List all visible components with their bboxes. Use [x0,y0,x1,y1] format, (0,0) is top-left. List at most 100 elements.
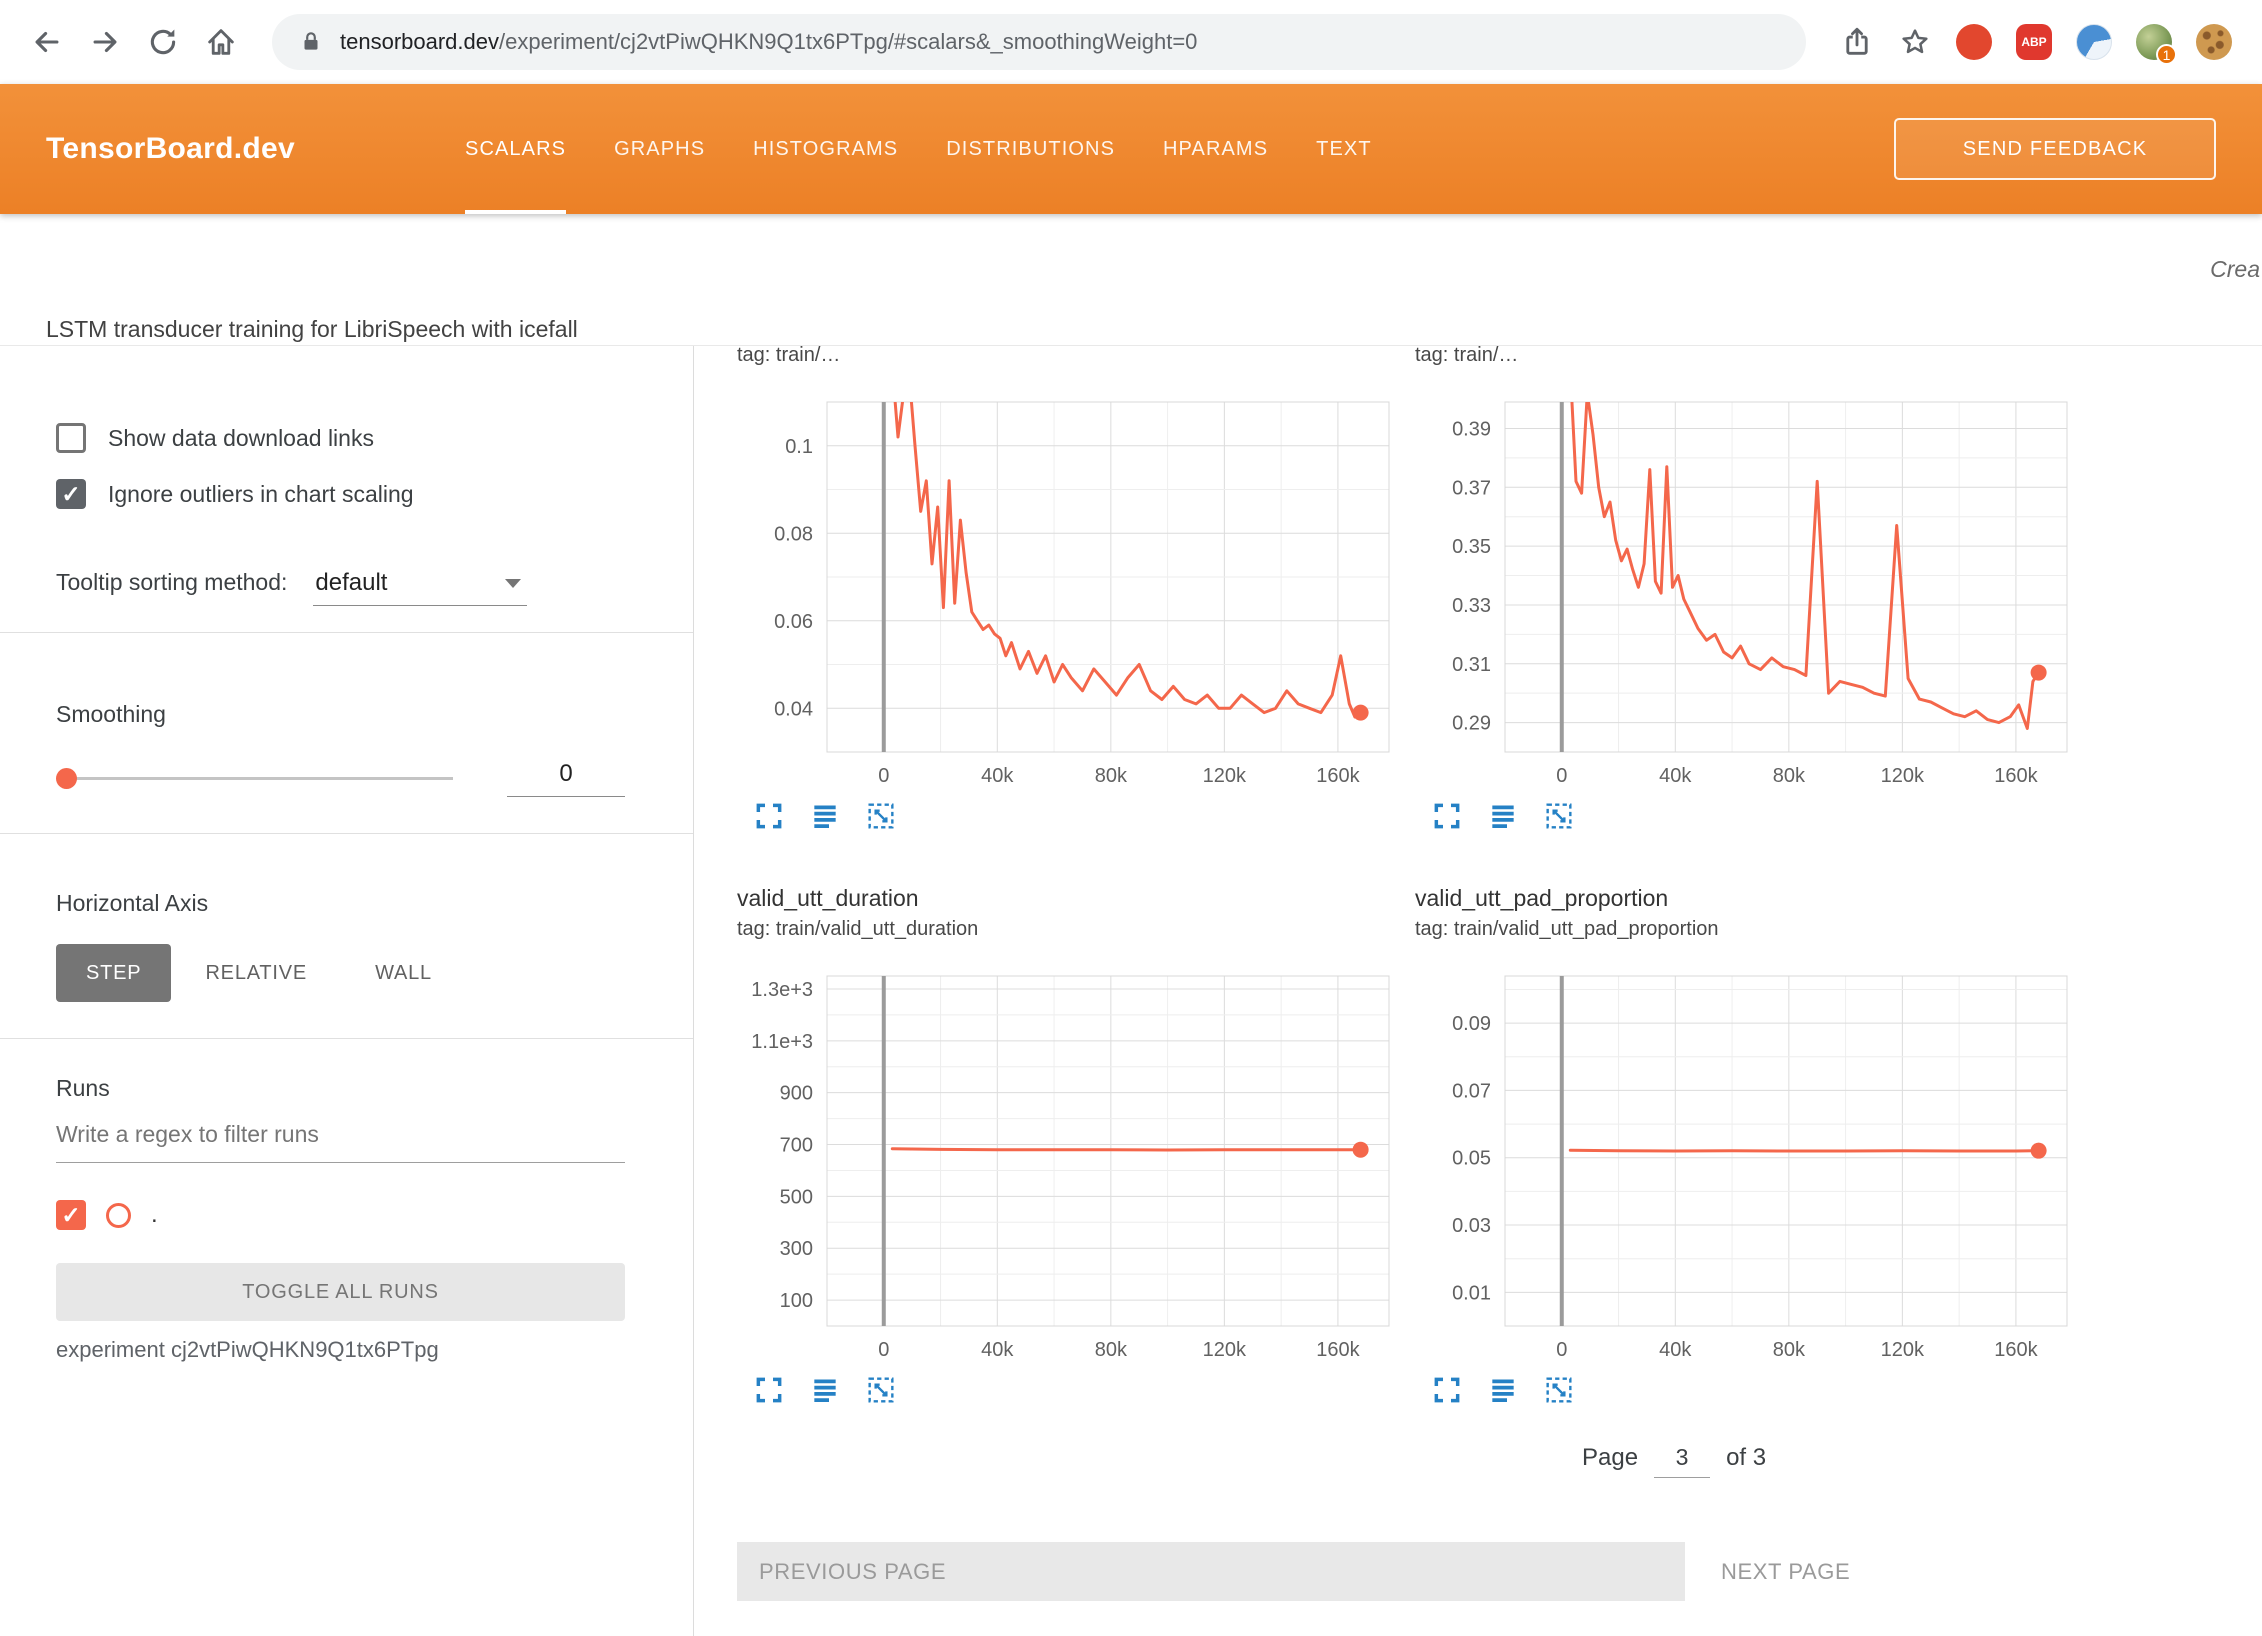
profile-avatar[interactable]: 1 [2136,24,2172,60]
chart-plot[interactable]: 0.010.030.050.070.09040k80k120k160k [1415,974,2075,1364]
misc-extension-icon[interactable] [2076,24,2112,60]
ignore-outliers-checkbox[interactable] [56,479,86,509]
tensorboard-logo[interactable]: TensorBoard.dev [46,132,295,166]
chart-toolbar [737,1374,1397,1408]
bookmark-star-icon[interactable] [1898,25,1932,59]
slider-track[interactable] [62,777,453,780]
fullscreen-icon[interactable] [753,1374,785,1406]
fit-domain-icon[interactable] [1543,1374,1575,1406]
svg-text:80k: 80k [1773,765,1806,787]
settings-sidebar: Show data download links Ignore outliers… [0,346,694,1636]
svg-text:1.1e+3: 1.1e+3 [751,1031,813,1053]
chart-plot[interactable]: 0.290.310.330.350.370.39040k80k120k160k [1415,400,2075,790]
toggle-all-runs-button[interactable]: TOGGLE ALL RUNS [56,1263,625,1321]
svg-text:0.37: 0.37 [1452,477,1491,499]
fit-domain-icon[interactable] [1543,800,1575,832]
tab-text[interactable]: TEXT [1316,84,1372,214]
run-color-radio[interactable] [106,1203,131,1228]
forward-icon[interactable] [88,25,122,59]
svg-text:0.04: 0.04 [774,698,813,720]
fullscreen-icon[interactable] [753,800,785,832]
fullscreen-icon[interactable] [1431,1374,1463,1406]
app-header: TensorBoard.dev SCALARS GRAPHS HISTOGRAM… [0,84,2262,214]
axis-wall-button[interactable]: WALL [341,944,466,1002]
svg-text:0.07: 0.07 [1452,1080,1491,1102]
chart-toolbar [737,800,1397,834]
svg-text:40k: 40k [1659,1339,1692,1361]
subheader: Crea LSTM transducer training for LibriS… [0,214,2262,346]
chart-subtitle: tag: train/… [737,346,1397,370]
back-icon[interactable] [30,25,64,59]
svg-text:0: 0 [1556,765,1567,787]
run-checkbox[interactable] [56,1200,86,1230]
tab-graphs[interactable]: GRAPHS [614,84,705,214]
svg-text:900: 900 [780,1083,813,1105]
svg-text:100: 100 [780,1290,813,1312]
svg-text:160k: 160k [1316,1339,1360,1361]
chart-toolbar [1415,800,2075,834]
svg-text:0.29: 0.29 [1452,713,1491,735]
abp-extension-icon[interactable]: ABP [2016,24,2052,60]
svg-text:160k: 160k [1316,765,1360,787]
cookie-icon[interactable] [2196,24,2232,60]
data-table-icon[interactable] [1487,800,1519,832]
runs-label: Runs [56,1073,625,1103]
chart-plot[interactable]: 1003005007009001.1e+31.3e+3040k80k120k16… [737,974,1397,1364]
tab-hparams[interactable]: HPARAMS [1163,84,1268,214]
show-download-checkbox[interactable] [56,423,86,453]
chart-plot[interactable]: 0.040.060.080.1040k80k120k160k [737,400,1397,790]
reload-icon[interactable] [146,25,180,59]
adblock-extension-icon[interactable] [1956,24,1992,60]
page-number-input[interactable] [1654,1444,1710,1478]
smoothing-slider-row: 0 [56,763,625,793]
home-icon[interactable] [204,25,238,59]
chart-title: valid_utt_pad_proportion [1415,882,2075,914]
charts-area: tag: train/…0.040.060.080.1040k80k120k16… [694,346,2262,1636]
next-page-button[interactable]: NEXT PAGE [1721,1559,1850,1585]
slider-thumb[interactable] [56,768,77,789]
data-table-icon[interactable] [809,1374,841,1406]
svg-text:0.33: 0.33 [1452,595,1491,617]
share-icon[interactable] [1840,25,1874,59]
experiment-description: LSTM transducer training for LibriSpeech… [46,316,578,343]
svg-text:40k: 40k [981,765,1014,787]
smoothing-slider[interactable] [56,763,453,793]
fit-domain-icon[interactable] [865,800,897,832]
tooltip-sort-row: Tooltip sorting method: default [56,556,625,606]
fit-domain-icon[interactable] [865,1374,897,1406]
data-table-icon[interactable] [809,800,841,832]
chart-title: valid_utt_duration [737,882,1397,914]
smoothing-label: Smoothing [56,699,625,729]
svg-text:0.09: 0.09 [1452,1013,1491,1035]
chart-subtitle: tag: train/… [1415,346,2075,370]
axis-relative-button[interactable]: RELATIVE [171,944,341,1002]
fullscreen-icon[interactable] [1431,800,1463,832]
main-nav: SCALARS GRAPHS HISTOGRAMS DISTRIBUTIONS … [465,84,1372,214]
horizontal-axis-label: Horizontal Axis [56,888,625,918]
address-bar[interactable]: tensorboard.dev/experiment/cj2vtPiwQHKN9… [272,14,1806,70]
tab-histograms[interactable]: HISTOGRAMS [753,84,898,214]
url-path: /experiment/cj2vtPiwQHKN9Q1tx6PTpg/#scal… [499,29,1197,54]
chart-toolbar [1415,1374,2075,1408]
tab-distributions[interactable]: DISTRIBUTIONS [946,84,1115,214]
run-row: . [56,1195,625,1235]
tooltip-sort-dropdown[interactable]: default [313,569,527,606]
smoothing-value[interactable]: 0 [507,760,625,797]
svg-text:120k: 120k [1203,1339,1247,1361]
axis-step-button[interactable]: STEP [56,944,171,1002]
svg-text:120k: 120k [1881,1339,1925,1361]
experiment-name: experiment cj2vtPiwQHKN9Q1tx6PTpg [56,1337,625,1363]
padlock-icon[interactable] [298,29,324,55]
tab-scalars[interactable]: SCALARS [465,84,566,214]
divider [0,1038,693,1039]
send-feedback-button[interactable]: SEND FEEDBACK [1894,118,2216,180]
previous-page-button[interactable]: PREVIOUS PAGE [737,1542,1685,1601]
browser-toolbar: tensorboard.dev/experiment/cj2vtPiwQHKN9… [0,0,2262,84]
svg-text:80k: 80k [1095,765,1128,787]
url-text: tensorboard.dev/experiment/cj2vtPiwQHKN9… [340,29,1197,55]
runs-filter-input[interactable] [56,1111,625,1163]
svg-text:80k: 80k [1773,1339,1806,1361]
chart-card: valid_utt_pad_proportiontag: train/valid… [1415,882,2075,1408]
data-table-icon[interactable] [1487,1374,1519,1406]
svg-text:40k: 40k [981,1339,1014,1361]
